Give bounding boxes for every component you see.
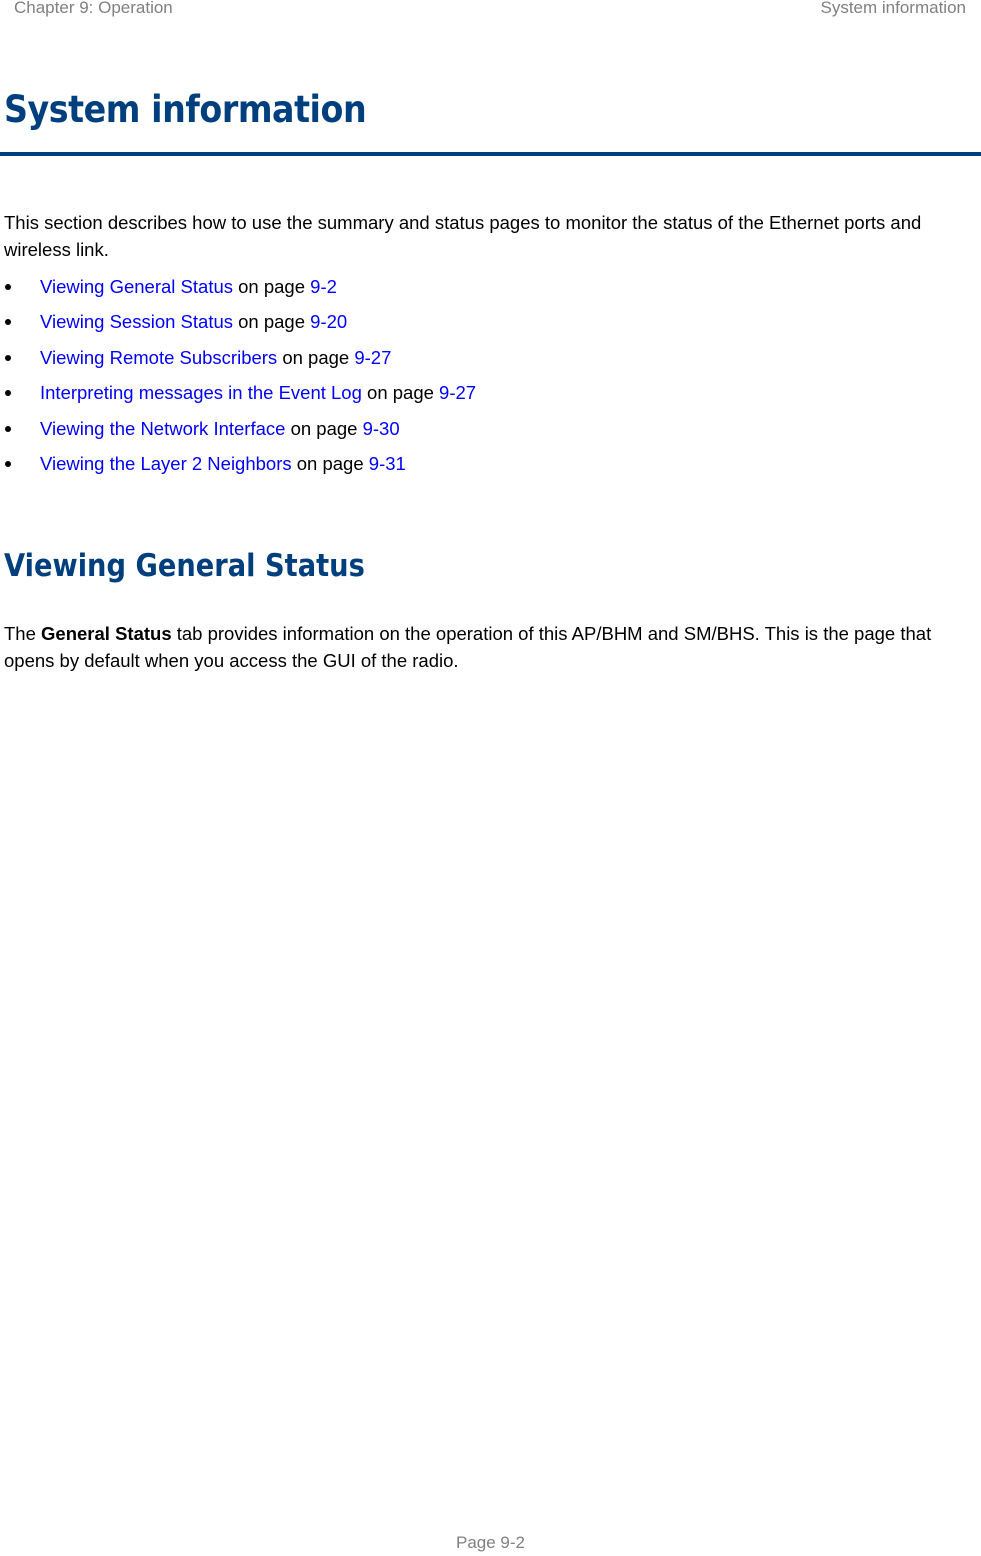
link-connector: on page: [277, 346, 355, 368]
link-viewing-network-interface[interactable]: Viewing the Network Interface: [40, 418, 285, 439]
bullet-icon: [5, 390, 11, 397]
link-viewing-general-status[interactable]: Viewing General Status: [40, 276, 233, 297]
page-ref-link[interactable]: 9-31: [369, 453, 406, 474]
list-item: Viewing Session Status on page 9-20: [0, 308, 476, 343]
page-number: Page 9-2: [456, 1533, 525, 1552]
link-viewing-session-status[interactable]: Viewing Session Status: [40, 311, 233, 332]
bullet-icon: [5, 425, 11, 432]
list-item: Viewing the Layer 2 Neighbors on page 9-…: [0, 450, 476, 485]
intro-paragraph: This section describes how to use the su…: [4, 212, 922, 260]
list-item: Interpreting messages in the Event Log o…: [0, 379, 476, 414]
bullet-icon: [5, 319, 11, 326]
section-link-list: Viewing General Status on page 9-2 Viewi…: [0, 273, 476, 485]
link-connector: on page: [285, 417, 363, 439]
list-item: Viewing Remote Subscribers on page 9-27: [0, 344, 476, 379]
link-connector: on page: [291, 452, 369, 474]
page-ref-link[interactable]: 9-27: [439, 382, 476, 403]
list-item: Viewing the Network Interface on page 9-…: [0, 415, 476, 450]
link-interpreting-event-log[interactable]: Interpreting messages in the Event Log: [40, 382, 362, 403]
link-viewing-layer2-neighbors[interactable]: Viewing the Layer 2 Neighbors: [40, 453, 292, 474]
link-viewing-remote-subscribers[interactable]: Viewing Remote Subscribers: [40, 347, 277, 368]
para-prefix: The: [4, 623, 42, 644]
title-rule: [0, 152, 981, 156]
link-connector: on page: [233, 311, 311, 333]
page-ref-link[interactable]: 9-27: [354, 347, 391, 368]
general-status-term: General Status: [41, 623, 172, 644]
page-ref-link[interactable]: 9-30: [363, 418, 400, 439]
link-connector: on page: [361, 382, 440, 404]
subsection-title: Viewing General Status: [4, 548, 365, 584]
running-header-section: System information: [820, 0, 967, 17]
bullet-icon: [5, 354, 11, 361]
running-header-chapter: Chapter 9: Operation: [14, 0, 173, 17]
page-ref-link[interactable]: 9-2: [310, 276, 337, 297]
bullet-icon: [5, 284, 11, 290]
page-ref-link[interactable]: 9-20: [310, 311, 347, 332]
list-item: Viewing General Status on page 9-2: [0, 273, 476, 308]
page-title: System information: [4, 88, 367, 131]
bullet-icon: [5, 460, 11, 467]
subsection-paragraph: The General Status tab provides informat…: [4, 620, 979, 674]
link-connector: on page: [233, 276, 311, 297]
